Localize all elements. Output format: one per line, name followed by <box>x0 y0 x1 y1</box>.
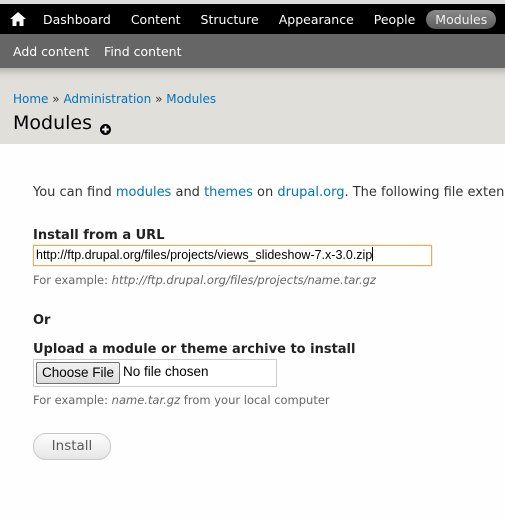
toolbar-item-appearance[interactable]: Appearance <box>270 10 363 29</box>
toolbar-item-people[interactable]: People <box>365 10 425 29</box>
toolbar-item-modules[interactable]: Modules <box>426 9 497 29</box>
description-example: http://ftp.drupal.org/files/projects/nam… <box>111 273 376 287</box>
breadcrumb-home[interactable]: Home <box>13 92 48 106</box>
intro-text: You can find modules and themes on drupa… <box>33 185 505 200</box>
plus-circle-icon[interactable] <box>100 120 111 135</box>
description-prefix: For example: <box>33 393 112 407</box>
breadcrumb-separator: » <box>155 92 163 106</box>
page-title: Modules <box>13 112 92 134</box>
upload-label: Upload a module or theme archive to inst… <box>33 342 356 357</box>
intro-text-part: on <box>252 185 278 200</box>
upload-description: For example: name.tar.gz from your local… <box>33 393 330 407</box>
breadcrumb-separator: » <box>52 92 60 106</box>
toolbar-menu: Dashboard Content Structure Appearance P… <box>34 4 505 34</box>
choose-file-button[interactable]: Choose File <box>36 362 121 384</box>
breadcrumb-modules[interactable]: Modules <box>166 92 216 106</box>
breadcrumb: Home » Administration » Modules <box>13 92 216 106</box>
toolbar-item-configuration[interactable]: Configuration <box>498 10 505 29</box>
drupal-org-link[interactable]: drupal.org <box>277 185 344 200</box>
intro-text-part: You can find <box>33 185 116 200</box>
home-icon[interactable] <box>9 11 27 27</box>
file-status: No file chosen <box>123 364 209 379</box>
install-url-input[interactable]: http://ftp.drupal.org/files/projects/vie… <box>33 245 432 266</box>
shortcuts-bar: Add content Find content <box>0 34 505 68</box>
install-url-value: http://ftp.drupal.org/files/projects/vie… <box>36 248 373 262</box>
description-suffix: from your local computer <box>180 393 330 407</box>
install-url-description: For example: http://ftp.drupal.org/files… <box>33 273 376 287</box>
install-button[interactable]: Install <box>33 433 111 460</box>
toolbar-item-structure[interactable]: Structure <box>192 10 268 29</box>
themes-link[interactable]: themes <box>204 185 253 200</box>
shortcut-add-content[interactable]: Add content <box>13 44 89 59</box>
text-caret <box>372 247 374 261</box>
page-header: Home » Administration » Modules Modules <box>0 68 505 144</box>
admin-toolbar: Dashboard Content Structure Appearance P… <box>0 4 505 34</box>
breadcrumb-administration[interactable]: Administration <box>63 92 151 106</box>
modules-link[interactable]: modules <box>116 185 172 200</box>
intro-text-part: and <box>171 185 205 200</box>
description-prefix: For example: <box>33 273 112 287</box>
shortcut-find-content[interactable]: Find content <box>104 44 181 59</box>
install-url-label: Install from a URL <box>33 228 165 243</box>
toolbar-item-dashboard[interactable]: Dashboard <box>34 10 120 29</box>
intro-text-part: . The following file extensions are supp… <box>344 185 505 200</box>
description-example: name.tar.gz <box>111 393 181 407</box>
toolbar-item-content[interactable]: Content <box>122 10 190 29</box>
upload-file-input[interactable]: Choose File No file chosen <box>33 359 277 387</box>
or-label: Or <box>33 313 51 328</box>
